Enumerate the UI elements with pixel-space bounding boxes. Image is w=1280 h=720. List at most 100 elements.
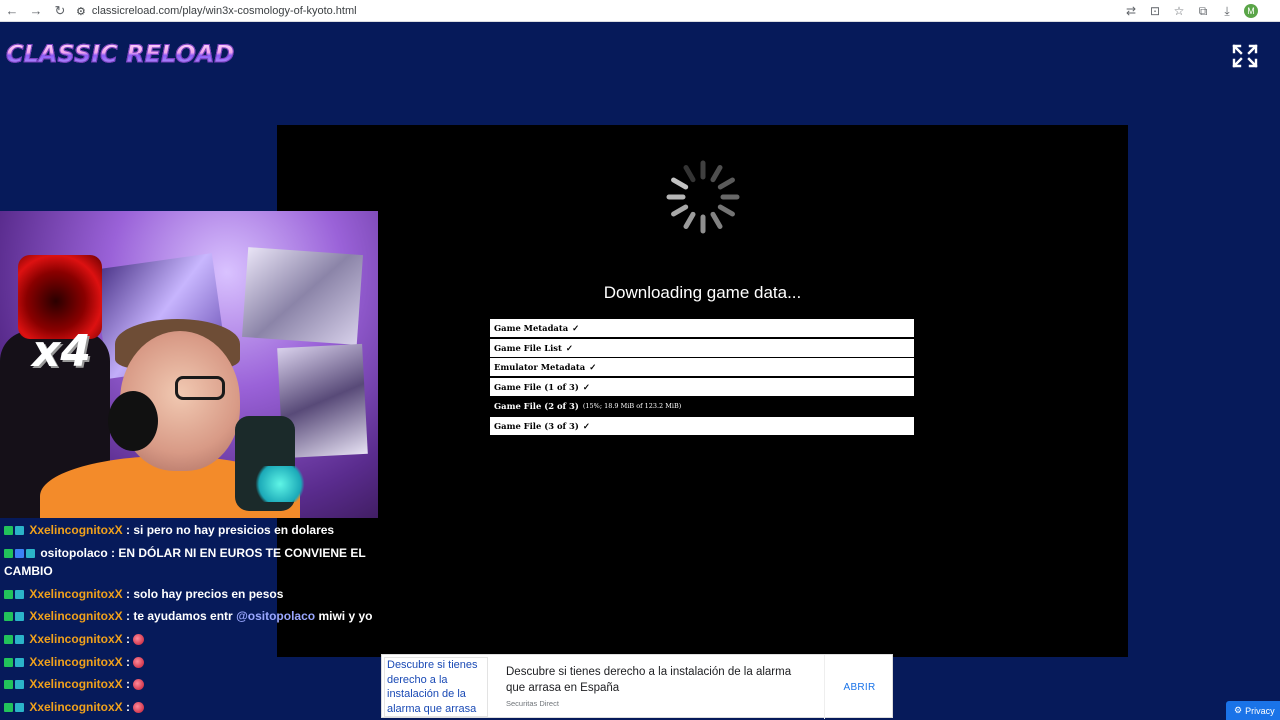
chat-text: : — [122, 654, 134, 669]
loading-spinner-icon — [666, 160, 740, 234]
multiplier-overlay: x4 — [32, 326, 91, 377]
install-app-icon[interactable]: ⊡ — [1148, 4, 1162, 18]
chat-text: : te ayudamos entr — [122, 609, 237, 624]
chat-emote-icon — [133, 656, 145, 668]
reload-icon[interactable]: ↻ — [48, 0, 72, 22]
chat-username[interactable]: XxelincognitoxX — [26, 523, 122, 537]
download-status-title: Downloading game data... — [603, 283, 802, 302]
teal-badge-icon[interactable] — [15, 612, 24, 622]
chat-username[interactable]: XxelincognitoxX — [26, 655, 122, 669]
download-item: Game File (3 of 3) ✓ — [490, 416, 914, 435]
chat-emote-icon — [133, 701, 145, 713]
green-badge-icon[interactable] — [4, 634, 13, 644]
download-item-label: Emulator Metadata — [494, 362, 586, 373]
address-bar[interactable]: ⚙ classicreload.com/play/win3x-cosmology… — [76, 0, 357, 22]
wall-poster — [242, 247, 363, 345]
download-complete-checkmark: ✓ — [572, 323, 580, 333]
url-text[interactable]: classicreload.com/play/win3x-cosmology-o… — [92, 5, 357, 17]
chat-message: ositopolaco : EN DÓLAR NI EN EUROS TE CO… — [0, 542, 378, 583]
download-item: Game Metadata ✓ — [490, 319, 914, 337]
chat-text: : — [122, 631, 134, 646]
download-complete-checkmark: ✓ — [582, 381, 590, 392]
fullscreen-icon[interactable] — [1232, 44, 1258, 68]
teal-badge-icon[interactable] — [15, 680, 24, 690]
chat-message: XxelincognitoxX : — [0, 673, 378, 696]
browser-toolbar: ← → ↻ ⚙ classicreload.com/play/win3x-cos… — [0, 0, 1280, 22]
green-badge-icon[interactable] — [4, 657, 13, 667]
forward-arrow-icon[interactable]: → — [24, 0, 48, 22]
profile-avatar[interactable]: M — [1244, 4, 1258, 18]
privacy-label: Privacy — [1245, 705, 1275, 716]
chat-message: XxelincognitoxX : si pero no hay presici… — [0, 519, 378, 542]
download-item-label: Game File (1 of 3) — [494, 381, 579, 392]
chat-username[interactable]: XxelincognitoxX — [26, 632, 122, 646]
ad-open-button[interactable]: ABRIR — [824, 655, 894, 719]
back-arrow-icon[interactable]: ← — [0, 0, 24, 22]
spinner-spoke — [683, 165, 696, 183]
download-complete-checkmark: ✓ — [589, 362, 597, 373]
blue-badge-icon[interactable] — [15, 548, 24, 558]
teal-badge-icon[interactable] — [26, 548, 35, 558]
ad-source: Securitas Direct — [506, 699, 559, 708]
download-item: Game File (1 of 3) ✓ — [490, 377, 914, 396]
download-item-label: Game File (2 of 3) — [494, 401, 579, 412]
translate-icon[interactable]: ⇄ — [1124, 4, 1138, 18]
chat-text: : — [122, 677, 134, 692]
download-item: Game File List ✓ — [490, 338, 914, 357]
privacy-gear-icon: ⚙ — [1234, 705, 1243, 715]
chat-text: : — [122, 699, 134, 714]
green-badge-icon[interactable] — [4, 612, 13, 622]
download-progress-list: Game Metadata ✓ Game File List ✓ Emulator Me… — [490, 319, 914, 437]
browser-tools: ⇄ ⊡ ☆ ⧉ ⤓ M — [1124, 0, 1258, 22]
stream-chat: XxelincognitoxX : si pero no hay presici… — [0, 519, 378, 718]
site-logo[interactable]: CLASSIC RELOAD — [5, 40, 234, 69]
chat-text: : solo hay precios en pesos — [122, 586, 284, 601]
green-badge-icon[interactable] — [4, 526, 13, 535]
chat-username[interactable]: XxelincognitoxX — [26, 677, 122, 691]
download-progress-detail: (15%; 18.9 MiB of 123.2 MiB) — [582, 402, 682, 411]
chat-username[interactable]: XxelincognitoxX — [26, 587, 122, 601]
chat-emote-icon — [133, 633, 145, 645]
spinner-spoke — [717, 177, 735, 190]
ad-banner[interactable]: Descubre si tienes derecho a la instalac… — [381, 654, 894, 719]
chat-message: XxelincognitoxX : — [0, 651, 378, 674]
downloads-icon[interactable]: ⤓ — [1220, 4, 1234, 18]
spinner-spoke — [710, 211, 723, 229]
spinner-spoke — [710, 165, 723, 183]
privacy-button[interactable]: ⚙ Privacy — [1226, 701, 1280, 720]
download-item-label: Game File (3 of 3) — [494, 420, 579, 431]
download-item-label: Game Metadata — [494, 323, 569, 333]
download-complete-checkmark: ✓ — [582, 420, 590, 431]
spinner-spoke — [683, 211, 696, 229]
green-badge-icon[interactable] — [4, 589, 13, 599]
bookmark-star-icon[interactable]: ☆ — [1172, 4, 1186, 18]
site-info-icon[interactable]: ⚙ — [76, 5, 86, 18]
game-emulator-frame[interactable]: Downloading game data... Game Metadata ✓ G… — [277, 125, 1128, 657]
chat-mention[interactable]: @ositopolaco — [236, 609, 315, 623]
teal-badge-icon[interactable] — [15, 702, 24, 712]
spinner-spoke — [717, 204, 735, 217]
download-complete-checkmark: ✓ — [565, 342, 573, 353]
download-item: Game File (2 of 3) (15%; 18.9 MiB of 123.… — [490, 397, 914, 415]
chat-message: XxelincognitoxX : — [0, 628, 378, 651]
download-item-label: Game File List — [494, 342, 562, 353]
cyan-light — [250, 466, 310, 502]
extensions-icon[interactable]: ⧉ — [1196, 4, 1210, 18]
green-badge-icon[interactable] — [4, 702, 13, 712]
chat-username[interactable]: XxelincognitoxX — [26, 700, 122, 714]
ad-image-alt-text[interactable]: Descubre si tienes derecho a la instalac… — [384, 657, 488, 717]
green-badge-icon[interactable] — [4, 680, 13, 690]
chat-message: XxelincognitoxX : solo hay precios en pe… — [0, 583, 378, 606]
teal-badge-icon[interactable] — [15, 589, 24, 599]
headset-earcup — [108, 391, 158, 451]
teal-badge-icon[interactable] — [15, 526, 24, 535]
chat-username[interactable]: XxelincognitoxX — [26, 609, 122, 623]
green-badge-icon[interactable] — [4, 548, 13, 558]
spinner-spoke — [671, 177, 689, 190]
ad-headline[interactable]: Descubre si tienes derecho a la instalac… — [506, 664, 806, 696]
chat-text: : si pero no hay presicios en dolares — [122, 523, 335, 537]
teal-badge-icon[interactable] — [15, 634, 24, 644]
chat-message: XxelincognitoxX : — [0, 696, 378, 719]
chat-username[interactable]: ositopolaco — [37, 546, 107, 560]
teal-badge-icon[interactable] — [15, 657, 24, 667]
